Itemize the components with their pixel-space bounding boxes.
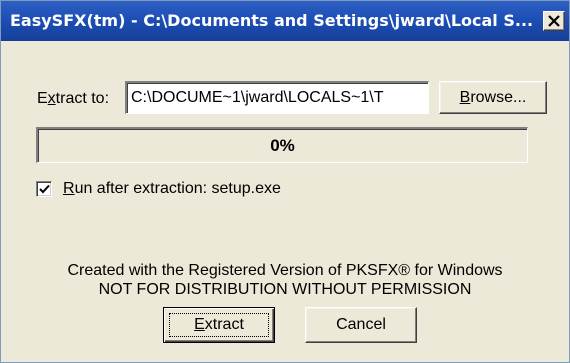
easysfx-dialog: EasySFX(tm) - C:\Documents and Settings\…: [0, 0, 570, 363]
distribution-notice: NOT FOR DISTRIBUTION WITHOUT PERMISSION: [98, 281, 472, 298]
extraction-progress-bar: 0%: [36, 127, 528, 163]
registered-version-notice: Created with the Registered Version of P…: [67, 262, 503, 279]
close-icon: [548, 15, 560, 27]
focus-ring: [169, 313, 269, 337]
run-after-extraction-label[interactable]: Run after extraction: setup.exe: [63, 180, 281, 198]
close-button[interactable]: [543, 11, 565, 31]
cancel-button[interactable]: Cancel: [305, 307, 417, 343]
window-title: EasySFX(tm) - C:\Documents and Settings\…: [10, 11, 534, 30]
browse-button[interactable]: Browse...: [439, 81, 547, 114]
cancel-button-label: Cancel: [336, 316, 386, 333]
extract-button[interactable]: Extract: [163, 307, 275, 343]
title-bar[interactable]: EasySFX(tm) - C:\Documents and Settings\…: [1, 1, 569, 41]
progress-percent: 0%: [270, 136, 295, 155]
extract-to-label: Extract to:: [37, 90, 110, 107]
run-after-extraction-checkbox[interactable]: [36, 181, 52, 197]
browse-button-label: Browse...: [459, 88, 527, 106]
extract-path-input[interactable]: [125, 81, 429, 114]
checkmark-icon: [39, 184, 50, 194]
